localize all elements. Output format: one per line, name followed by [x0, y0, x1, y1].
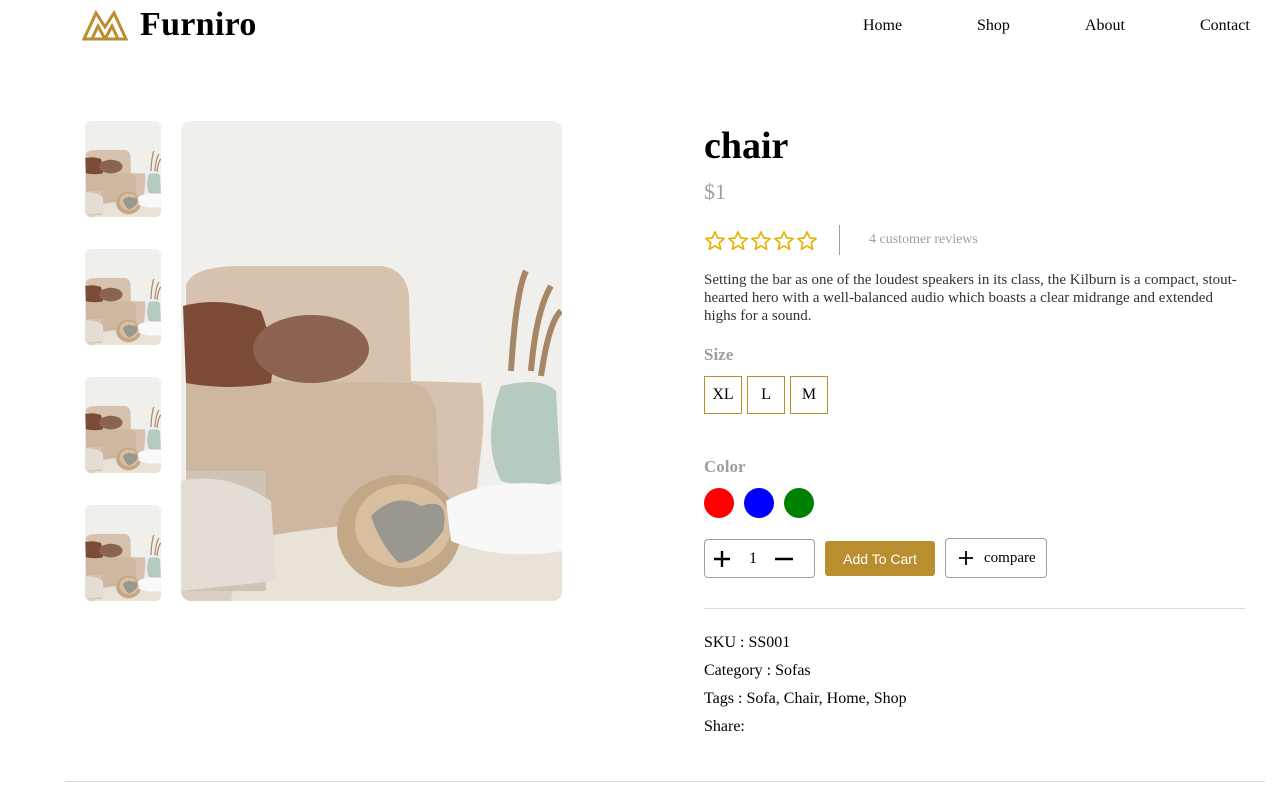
rating-stars — [704, 230, 818, 252]
nav-home[interactable]: Home — [863, 17, 902, 35]
sofa-thumbnail-image — [85, 249, 161, 345]
product-price: $1 — [704, 179, 726, 204]
nav-about[interactable]: About — [1085, 17, 1125, 35]
category-row: Category : Sofas — [704, 662, 811, 680]
sku-row: SKU : SS001 — [704, 634, 790, 652]
nav-shop[interactable]: Shop — [977, 17, 1010, 35]
customer-reviews-count[interactable]: 4 customer reviews — [869, 232, 978, 248]
quantity-value: 1 — [749, 549, 757, 567]
size-button-xl[interactable]: XL — [704, 376, 742, 414]
color-swatch-green[interactable] — [784, 488, 814, 518]
color-swatch-red[interactable] — [704, 488, 734, 518]
product-title: chair — [704, 125, 789, 167]
sku-label: SKU : — [704, 634, 745, 651]
star-outline-icon — [727, 230, 749, 252]
product-thumbnail-3[interactable] — [85, 377, 161, 473]
category-label: Category : — [704, 662, 772, 679]
product-thumbnail-4[interactable] — [85, 505, 161, 601]
color-swatch-blue[interactable] — [744, 488, 774, 518]
star-outline-icon — [704, 230, 726, 252]
brand-name: Furniro — [140, 6, 257, 43]
category-value[interactable]: Sofas — [775, 662, 811, 679]
sku-value: SS001 — [748, 634, 791, 651]
quantity-stepper: 1 — [704, 539, 815, 578]
increment-button[interactable] — [705, 540, 739, 577]
color-label: Color — [704, 457, 746, 476]
add-to-cart-button[interactable]: Add To Cart — [825, 541, 935, 576]
size-button-m[interactable]: M — [790, 376, 828, 414]
furniro-logo-icon — [82, 9, 128, 41]
size-label: Size — [704, 345, 734, 364]
tags-value[interactable]: Sofa, Chair, Home, Shop — [746, 690, 906, 707]
brand-logo[interactable]: Furniro — [82, 8, 257, 42]
product-thumbnail-2[interactable] — [85, 249, 161, 345]
share-label: Share: — [704, 718, 745, 735]
product-description: Setting the bar as one of the loudest sp… — [704, 272, 1237, 324]
footer-divider — [65, 781, 1265, 782]
decrement-button[interactable] — [767, 540, 801, 577]
minus-icon — [775, 557, 793, 560]
nav-contact[interactable]: Contact — [1200, 17, 1250, 35]
sofa-thumbnail-image — [85, 121, 161, 217]
sofa-living-room-image — [181, 121, 562, 601]
section-divider — [704, 608, 1245, 609]
size-options: XL L M — [704, 376, 828, 414]
tags-row: Tags : Sofa, Chair, Home, Shop — [704, 690, 907, 708]
star-outline-icon — [773, 230, 795, 252]
plus-icon — [959, 551, 973, 565]
tags-label: Tags : — [704, 690, 743, 707]
share-row: Share: — [704, 718, 745, 736]
sofa-thumbnail-image — [85, 377, 161, 473]
size-button-l[interactable]: L — [747, 376, 785, 414]
product-thumbnail-1[interactable] — [85, 121, 161, 217]
sofa-thumbnail-image — [85, 505, 161, 601]
site-header: Furniro Home Shop About Contact — [0, 0, 1282, 56]
star-outline-icon — [796, 230, 818, 252]
color-options — [704, 488, 814, 518]
compare-button[interactable]: compare — [945, 538, 1047, 578]
rating-divider — [839, 225, 840, 255]
star-outline-icon — [750, 230, 772, 252]
plus-icon — [714, 550, 730, 567]
compare-label: compare — [984, 549, 1036, 566]
product-main-image — [181, 121, 562, 601]
